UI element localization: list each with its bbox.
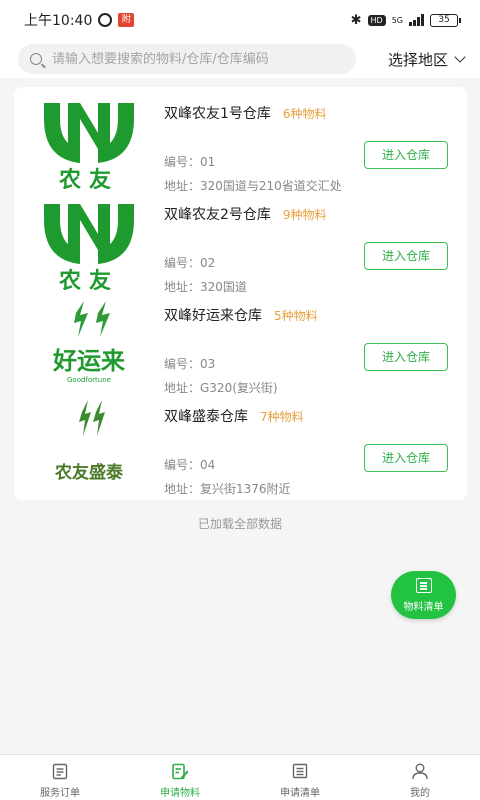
search-input[interactable] bbox=[52, 51, 322, 67]
hd-icon: HD bbox=[367, 14, 386, 26]
bluetooth-icon: ✱ bbox=[350, 12, 362, 28]
alarm-icon bbox=[98, 13, 113, 27]
warehouse-code: 编号：02 bbox=[164, 256, 216, 270]
tab-label: 我的 bbox=[410, 788, 430, 799]
enter-warehouse-button[interactable]: 进入仓库 bbox=[364, 444, 448, 472]
battery-icon: 35 bbox=[430, 13, 461, 27]
notification-badge-icon: 附 bbox=[118, 13, 135, 27]
warehouse-name: 双峰农友2号仓库 9种物料 bbox=[164, 207, 327, 223]
warehouse-name: 双峰好运来仓库 5种物料 bbox=[164, 308, 318, 324]
tab-label: 申请物料 bbox=[160, 788, 200, 799]
list-document-icon bbox=[415, 578, 432, 593]
fab-label: 物料清单 bbox=[403, 602, 444, 613]
svg-text:农友: 农友 bbox=[58, 167, 119, 189]
warehouse-address: 地址：复兴街1376附近 bbox=[164, 482, 291, 496]
list-document-icon bbox=[292, 763, 308, 779]
nongyou-logo: 农友 bbox=[44, 204, 134, 290]
search-bar[interactable] bbox=[18, 44, 356, 74]
enter-warehouse-button[interactable]: 进入仓库 bbox=[364, 141, 448, 169]
tab-label: 申请清单 bbox=[280, 788, 320, 799]
material-count: 6种物料 bbox=[282, 107, 327, 121]
material-list-fab[interactable]: 物料清单 bbox=[391, 571, 456, 619]
nongyou-shengtai-logo: 农友盛泰 bbox=[54, 400, 124, 483]
status-time: 上午10:40 bbox=[24, 13, 93, 29]
svg-text:好运来: 好运来 bbox=[52, 347, 126, 375]
region-selector[interactable]: 选择地区 bbox=[387, 49, 466, 70]
warehouse-code: 编号：01 bbox=[164, 155, 216, 169]
chevron-down-icon bbox=[454, 51, 466, 63]
region-label: 选择地区 bbox=[387, 50, 448, 69]
svg-text:农友盛泰: 农友盛泰 bbox=[54, 462, 124, 483]
warehouse-code: 编号：03 bbox=[164, 357, 216, 371]
svg-text:Goodfortune: Goodfortune bbox=[67, 376, 111, 384]
warehouse-item: 农友 双峰农友2号仓库 9种物料 编号：02 地址：320国道 进入仓库 bbox=[14, 192, 467, 294]
warehouse-item: 好运来 Goodfortune 双峰好运来仓库 5种物料 编号：03 地址：G32… bbox=[14, 293, 467, 395]
tab-mine[interactable]: 我的 bbox=[360, 755, 480, 800]
enter-warehouse-button[interactable]: 进入仓库 bbox=[364, 242, 448, 270]
search-icon bbox=[30, 53, 42, 65]
list-end-text: 已加载全部数据 bbox=[197, 517, 282, 531]
warehouse-item: 农友 双峰农友1号仓库 6种物料 编号：01 地址：320国道与210省道交汇处 … bbox=[14, 91, 467, 193]
material-count: 9种物料 bbox=[282, 208, 327, 222]
enter-warehouse-button[interactable]: 进入仓库 bbox=[364, 343, 448, 371]
svg-text:农友: 农友 bbox=[58, 268, 119, 290]
tab-label: 服务订单 bbox=[40, 788, 80, 799]
edit-document-icon bbox=[172, 763, 189, 780]
material-count: 7种物料 bbox=[260, 410, 304, 424]
clipboard-icon bbox=[52, 763, 68, 780]
tab-application-list[interactable]: 申请清单 bbox=[240, 755, 360, 800]
tab-service-orders[interactable]: 服务订单 bbox=[0, 755, 120, 800]
bottom-tab-bar: 服务订单 申请物料 申请清单 我的 bbox=[0, 754, 480, 800]
status-bar: 上午10:40 附 ✱ HD 5G 35 bbox=[0, 0, 480, 40]
warehouse-item: 农友盛泰 双峰盛泰仓库 7种物料 编号：04 地址：复兴街1376附近 进入仓库 bbox=[14, 394, 467, 496]
material-count: 5种物料 bbox=[274, 309, 318, 323]
nongyou-logo: 农友 bbox=[44, 103, 134, 189]
signal-icon bbox=[409, 14, 424, 26]
tab-apply-materials[interactable]: 申请物料 bbox=[120, 755, 240, 800]
person-icon bbox=[412, 763, 428, 780]
warehouse-list: 农友 双峰农友1号仓库 6种物料 编号：01 地址：320国道与210省道交汇处 … bbox=[14, 87, 467, 500]
warehouse-name: 双峰盛泰仓库 7种物料 bbox=[164, 409, 304, 425]
haoyunlai-logo: 好运来 Goodfortune bbox=[52, 301, 126, 384]
warehouse-code: 编号：04 bbox=[164, 458, 216, 472]
warehouse-name: 双峰农友1号仓库 6种物料 bbox=[164, 106, 327, 122]
header: 选择地区 bbox=[0, 40, 480, 78]
network-type: 5G bbox=[391, 15, 403, 25]
